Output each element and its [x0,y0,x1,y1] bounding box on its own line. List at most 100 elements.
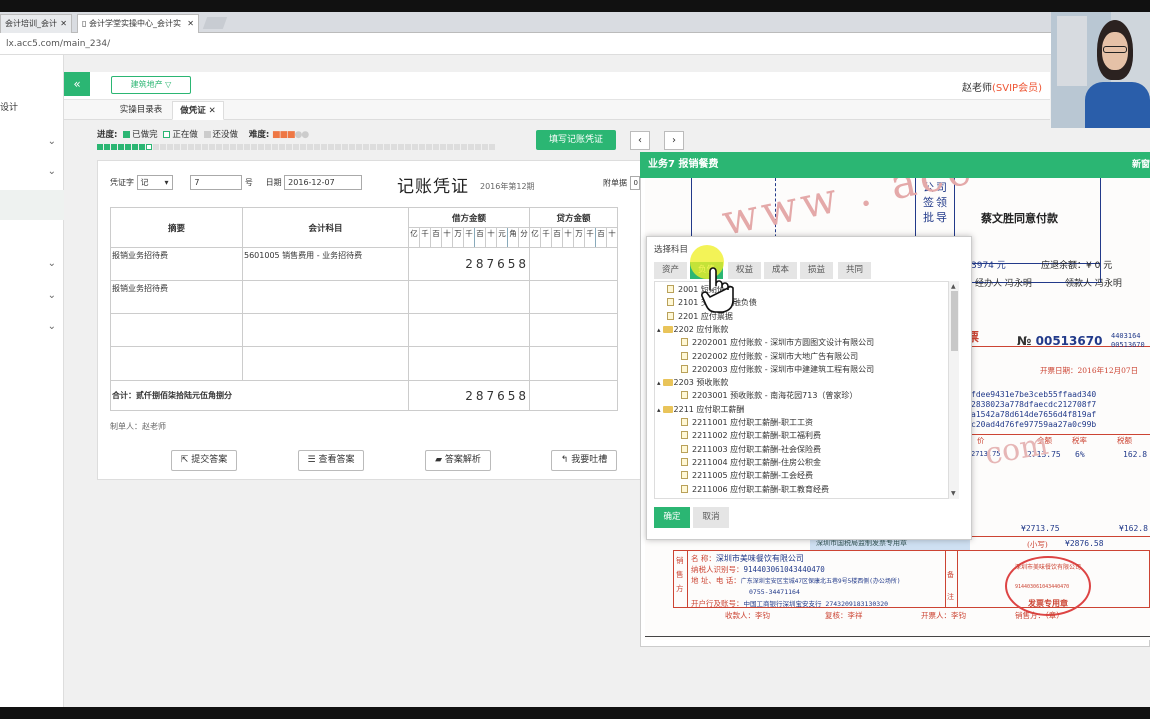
progress-cell[interactable] [419,144,425,150]
close-icon[interactable]: ✕ [209,106,216,116]
progress-cell[interactable] [167,144,173,150]
progress-cell[interactable] [328,144,334,150]
progress-cell[interactable] [209,144,215,150]
progress-cell[interactable] [237,144,243,150]
progress-cell[interactable] [251,144,257,150]
progress-cell[interactable] [293,144,299,150]
progress-cell[interactable] [363,144,369,150]
collapse-sidebar-button[interactable]: « [64,72,90,96]
progress-cell[interactable] [433,144,439,150]
progress-cell[interactable] [377,144,383,150]
tree-leaf[interactable]: 2211001 应付职工薪酬-职工工资 [681,417,813,428]
entry-account[interactable] [242,313,409,347]
industry-select[interactable]: 建筑地产 ▽ [111,76,191,94]
progress-cell[interactable] [160,144,166,150]
progress-cell[interactable] [272,144,278,150]
tree-folder[interactable]: ▴ 2202 应付账款 [657,324,728,335]
progress-cell[interactable] [475,144,481,150]
entry-credit[interactable] [529,280,618,314]
entry-account[interactable]: 5601005 销售费用 - 业务招待费 [242,247,409,281]
tree-scrollbar[interactable] [948,281,959,499]
progress-cell[interactable] [342,144,348,150]
progress-cell[interactable] [230,144,236,150]
entry-account[interactable] [242,280,409,314]
entry-debit[interactable] [408,346,530,381]
tree-leaf[interactable]: 2203001 预收账款 - 南海花园713（曾家珍） [681,390,857,401]
sidebar-item-2[interactable]: ⌄ [0,158,64,188]
address-bar[interactable]: lx.acc5.com/main_234/ [0,33,1150,55]
cancel-button[interactable]: 取消 [693,507,729,528]
entry-summary[interactable]: 报销业务招待费 [110,247,243,281]
progress-cell[interactable] [405,144,411,150]
progress-cell[interactable] [468,144,474,150]
voucher-word-select[interactable]: 记 ▾ [136,175,173,190]
progress-cell[interactable] [202,144,208,150]
progress-cell[interactable] [398,144,404,150]
progress-cell[interactable] [335,144,341,150]
entry-debit[interactable] [408,280,530,314]
progress-cell[interactable] [195,144,201,150]
entry-summary[interactable] [110,313,243,347]
progress-cell[interactable] [153,144,159,150]
complain-button[interactable]: ↰ 我要吐槽 [551,450,617,471]
progress-cell[interactable] [440,144,446,150]
progress-cell[interactable] [188,144,194,150]
sidebar-item-selected[interactable] [0,190,64,220]
progress-cell[interactable] [286,144,292,150]
progress-cell[interactable] [321,144,327,150]
voucher-entry-row[interactable] [110,313,618,347]
expand-icon[interactable]: ▴ [657,379,661,387]
tree-folder[interactable]: ▴ 2203 预收账款 [657,377,728,388]
progress-cell[interactable] [244,144,250,150]
expand-icon[interactable]: ▴ [657,406,661,414]
progress-cell[interactable] [125,144,131,150]
progress-cell[interactable] [384,144,390,150]
tree-leaf[interactable]: 2211006 应付职工薪酬-职工教育经费 [681,484,829,495]
progress-cell[interactable] [181,144,187,150]
next-button[interactable]: › [664,131,684,150]
progress-cell[interactable] [356,144,362,150]
new-window-button[interactable]: 新窗 [1132,152,1150,178]
browser-tab-2[interactable]: ▯ 会计学堂实操中心_会计实 ✕ [77,14,199,33]
progress-cell[interactable] [216,144,222,150]
progress-cell[interactable] [146,144,152,150]
progress-cell[interactable] [174,144,180,150]
sidebar-item-3[interactable]: ⌄ [0,250,64,280]
voucher-entry-row[interactable]: 报销业务招待费 [110,280,618,314]
view-answer-button[interactable]: ☰ 查看答案 [298,450,364,471]
entry-summary[interactable] [110,346,243,381]
progress-cell[interactable] [97,144,103,150]
tab-category[interactable]: 成本 [764,262,797,279]
scroll-down-icon[interactable]: ▼ [951,490,956,497]
progress-cell[interactable] [391,144,397,150]
tab-catalog[interactable]: 实操目录表 [112,101,170,120]
entry-account[interactable] [242,346,409,381]
sidebar-item-4[interactable]: ⌄ [0,282,64,312]
progress-cell[interactable] [412,144,418,150]
tab-category[interactable]: 损益 [800,262,833,279]
progress-cell[interactable] [349,144,355,150]
voucher-entry-row[interactable]: 报销业务招待费 5601005 销售费用 - 业务招待费 287658 [110,247,618,281]
entry-debit[interactable] [408,313,530,347]
voucher-entry-row[interactable] [110,346,618,381]
answer-analysis-button[interactable]: ▰ 答案解析 [425,450,491,471]
close-icon[interactable]: ✕ [60,15,67,32]
close-icon[interactable]: ✕ [187,15,194,32]
progress-cell[interactable] [132,144,138,150]
progress-cell[interactable] [279,144,285,150]
progress-cell[interactable] [265,144,271,150]
tree-leaf[interactable]: 2211005 应付职工薪酬-工会经费 [681,470,813,481]
tree-leaf[interactable]: 2211004 应付职工薪酬-住房公积金 [681,457,821,468]
progress-cell[interactable] [454,144,460,150]
progress-cell[interactable] [139,144,145,150]
tree-folder[interactable]: ▴ 2211 应付职工薪酬 [657,404,744,415]
progress-cell[interactable] [223,144,229,150]
tree-leaf[interactable]: 2202003 应付账款 - 深圳市中建建筑工程有限公司 [681,364,874,375]
voucher-number-input[interactable]: 7 [190,175,243,190]
attach-input[interactable]: 0 [629,176,640,190]
sidebar-item-1[interactable]: ⌄ [0,128,64,158]
progress-cell[interactable] [314,144,320,150]
user-info[interactable]: 赵老师(SVIP会员) [962,79,1042,94]
entry-debit[interactable]: 287658 [408,247,530,281]
tab-category[interactable]: 资产 [654,262,687,279]
